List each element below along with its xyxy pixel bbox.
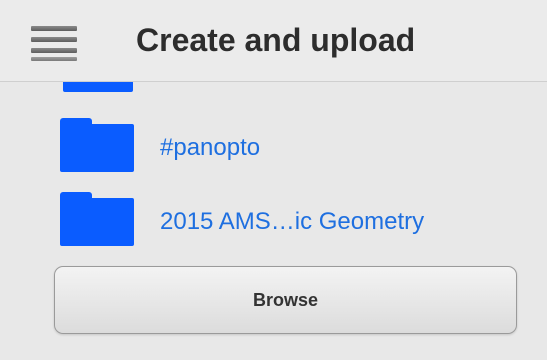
folder-icon [63,82,133,92]
browse-button[interactable]: Browse [54,266,517,334]
folder-list: #panopto 2015 AMS…ic Geometry Browse [0,82,547,360]
page-title: Create and upload [136,22,416,58]
app-header: Create and upload [0,0,547,82]
folder-label: #panopto [160,134,261,161]
folder-label: 2015 AMS…ic Geometry [160,208,425,235]
list-item-folder-panopto[interactable]: #panopto [0,114,547,186]
folder-icon [60,192,134,246]
folder-icon [60,118,134,172]
hamburger-menu-icon[interactable] [31,26,77,62]
list-item-folder-ams[interactable]: 2015 AMS…ic Geometry [0,188,547,260]
